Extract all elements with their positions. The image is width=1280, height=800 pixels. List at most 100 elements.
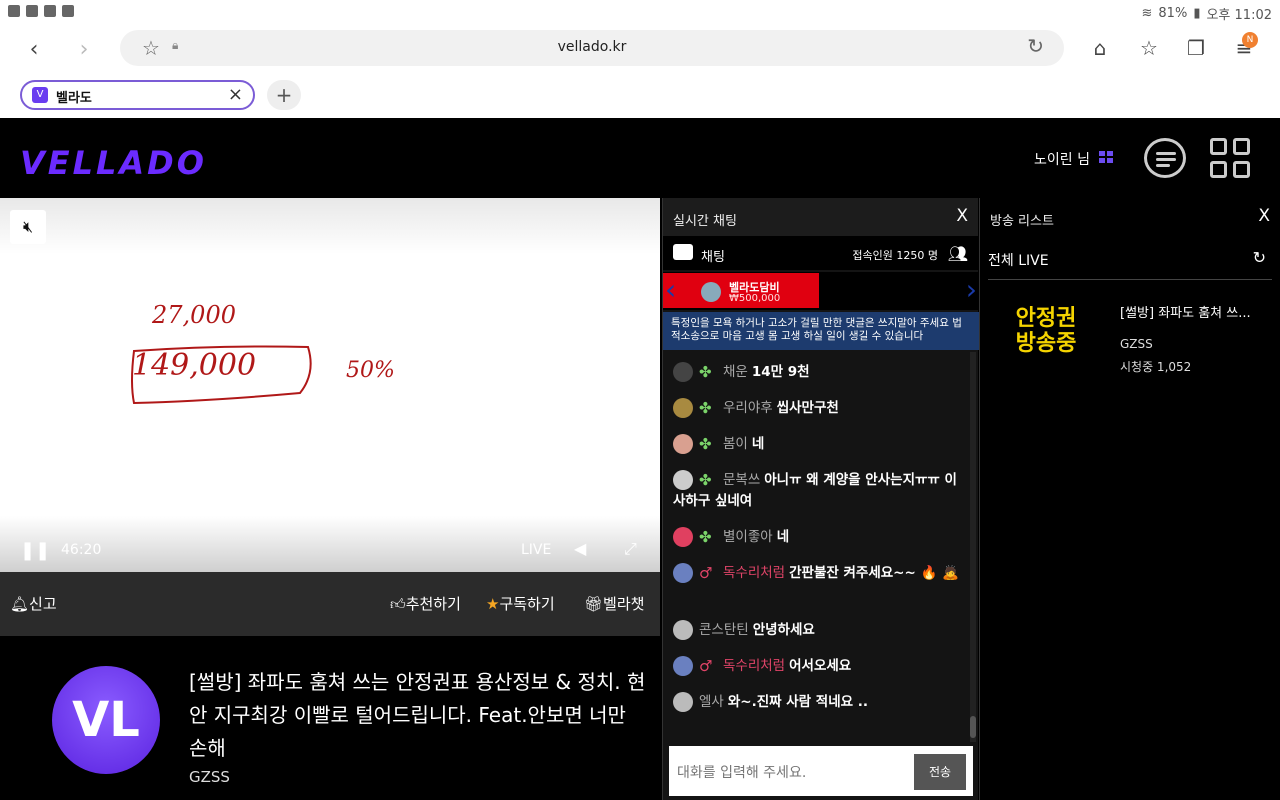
battery-icon: ▮ bbox=[1193, 6, 1201, 21]
channel-avatar[interactable]: VL bbox=[52, 666, 160, 774]
chat-nick[interactable]: 문복쓰 bbox=[723, 472, 760, 488]
user-avatar[interactable] bbox=[673, 398, 693, 418]
vellachat-button[interactable]: 🎁︎벨라챗 bbox=[584, 593, 644, 614]
site-header: VELLADO 노이린 님 bbox=[0, 118, 1280, 198]
mute-icon[interactable]: 🔇︎ bbox=[10, 210, 46, 244]
battery-percent: 81% bbox=[1158, 6, 1188, 21]
chat-text: 14만 9천 bbox=[751, 364, 810, 380]
chat-nick[interactable]: 봄이 bbox=[723, 436, 748, 452]
user-avatar[interactable] bbox=[673, 620, 693, 640]
chat-scrollbar[interactable] bbox=[970, 352, 976, 742]
chat-message: ♂ 독수리처럼 간판불잔 켜주세요~~ 🔥 🙇 bbox=[673, 563, 963, 584]
user-avatar[interactable] bbox=[673, 470, 693, 490]
user-avatar[interactable] bbox=[673, 434, 693, 454]
clover-badge-icon: ✤ bbox=[699, 528, 712, 546]
apps-grid-icon[interactable] bbox=[1210, 138, 1250, 178]
bike-badge-icon: ♂ bbox=[699, 564, 713, 582]
chat-toggle-icon[interactable] bbox=[1144, 138, 1186, 178]
broadcast-list-title: 방송 리스트 bbox=[990, 214, 1054, 229]
reload-icon[interactable]: ↻ bbox=[1027, 34, 1044, 58]
browser-tab[interactable]: V 벨라도 × bbox=[20, 80, 255, 110]
notification-badge: N bbox=[1242, 32, 1258, 48]
recommend-label: 추천하기 bbox=[405, 595, 461, 613]
chat-text: 네 bbox=[751, 436, 765, 452]
clover-badge-icon: ✤ bbox=[699, 435, 712, 453]
action-bar: 🔔︎신고 👍︎추천하기 ★구독하기 🎁︎벨라챗 bbox=[0, 572, 660, 636]
favicon-icon: V bbox=[32, 87, 48, 103]
home-icon[interactable]: ⌂ bbox=[1088, 36, 1112, 60]
chat-nick[interactable]: 별이좋아 bbox=[723, 529, 773, 545]
favorites-icon[interactable]: ☆ bbox=[1137, 36, 1161, 60]
thumbs-up-icon: 👍︎ bbox=[390, 595, 406, 613]
chat-nick[interactable]: 콘스탄틴 bbox=[699, 622, 749, 638]
user-avatar[interactable] bbox=[673, 362, 693, 382]
next-arrow-icon[interactable]: › bbox=[966, 274, 977, 306]
report-button[interactable]: 🔔︎신고 bbox=[10, 593, 57, 614]
url-text[interactable]: vellado.kr bbox=[120, 39, 1064, 55]
chat-nick[interactable]: 엘사 bbox=[699, 694, 724, 710]
user-avatar[interactable] bbox=[673, 692, 693, 712]
volume-icon[interactable]: ◀ bbox=[574, 539, 586, 558]
chat-text: 와~.진짜 사람 적네요 .. bbox=[727, 694, 869, 710]
close-tab-icon[interactable]: × bbox=[228, 84, 243, 105]
clover-badge-icon: ✤ bbox=[699, 471, 712, 489]
new-tab-button[interactable]: + bbox=[267, 80, 301, 110]
broadcast-list-close-button[interactable]: X bbox=[1258, 206, 1270, 226]
back-icon[interactable]: ‹ bbox=[20, 36, 48, 64]
chat-nick[interactable]: 우리야후 bbox=[723, 400, 773, 416]
address-bar[interactable]: ☆ 🔒︎ vellado.kr ↻ bbox=[120, 30, 1064, 66]
tab-title: 벨라도 bbox=[56, 91, 92, 106]
refresh-icon[interactable]: ↻ bbox=[1253, 248, 1266, 267]
channel-name[interactable]: GZSS bbox=[189, 768, 230, 786]
chat-close-button[interactable]: X bbox=[956, 206, 968, 226]
chat-nick[interactable]: 독수리처럼 bbox=[723, 658, 785, 674]
broadcast-title[interactable]: [썰방] 좌파도 훔쳐 쓰... bbox=[1120, 302, 1260, 321]
chat-bubble-icon bbox=[673, 244, 693, 260]
video-player[interactable]: 🔇︎ 27,000 149,000 50% ❚❚ 46:20 LIVE ◀ ⤢ bbox=[0, 198, 660, 572]
prev-arrow-icon[interactable]: ‹ bbox=[665, 274, 676, 306]
broadcast-list-header: 방송 리스트 X bbox=[980, 198, 1280, 236]
subscribe-label: 구독하기 bbox=[499, 595, 555, 613]
pause-icon[interactable]: ❚❚ bbox=[20, 540, 50, 561]
bike-badge-icon: ♂ bbox=[699, 657, 713, 675]
chat-nick[interactable]: 채운 bbox=[723, 364, 748, 380]
live-label[interactable]: LIVE bbox=[521, 542, 551, 558]
broadcast-thumbnail[interactable]: 안정권 방송중 bbox=[1006, 306, 1086, 366]
donor-avatar bbox=[701, 282, 721, 302]
forward-icon[interactable]: › bbox=[70, 36, 98, 64]
chat-message: ✤ 우리야후 씹사만구천 bbox=[673, 398, 963, 419]
chat-message: ✤ 채운 14만 9천 bbox=[673, 362, 963, 383]
chat-subheader: 채팅 접속인원 1250 명 👥︎ bbox=[663, 236, 978, 270]
broadcast-list-panel: 방송 리스트 X 전체 LIVE ↻ 안정권 방송중 [썰방] 좌파도 훔쳐 쓰… bbox=[979, 198, 1280, 800]
chat-message: ✤ 문복쓰 아니ㅠ 왜 계양을 안사는지ㅠㅠ 이사하구 싶네여 bbox=[673, 470, 963, 512]
chat-text: 간판불잔 켜주세요~~ 🔥 🙇 bbox=[789, 565, 959, 581]
filter-label[interactable]: 전체 LIVE bbox=[988, 250, 1049, 270]
user-menu-icon[interactable] bbox=[1099, 151, 1113, 163]
handwriting-line: 149,000 bbox=[132, 348, 256, 383]
chat-label: 채팅 bbox=[701, 250, 725, 265]
user-avatar[interactable] bbox=[673, 563, 693, 583]
handwriting-line: 27,000 bbox=[151, 301, 236, 329]
send-button[interactable]: 전송 bbox=[914, 754, 966, 790]
user-avatar[interactable] bbox=[673, 656, 693, 676]
stream-info: VL [썰방] 좌파도 훔쳐 쓰는 안정권표 용산정보 & 정치. 현안 지구최… bbox=[0, 636, 660, 800]
chat-input[interactable] bbox=[669, 746, 909, 796]
recommend-button[interactable]: 👍︎추천하기 bbox=[390, 593, 461, 614]
people-icon[interactable]: 👥︎ bbox=[948, 244, 968, 263]
donor-amount: ₩500,000 bbox=[729, 293, 781, 304]
broadcast-channel: GZSS bbox=[1120, 337, 1153, 351]
chat-text: 안녕하세요 bbox=[752, 622, 815, 638]
donor-card[interactable]: 벨라도담비 ₩500,000 bbox=[663, 273, 819, 308]
subscribe-button[interactable]: ★구독하기 bbox=[486, 593, 555, 614]
broadcast-viewers: 시청중 1,052 bbox=[1120, 360, 1192, 374]
user-name[interactable]: 노이린 님 bbox=[1034, 149, 1090, 169]
fullscreen-icon[interactable]: ⤢ bbox=[624, 539, 637, 559]
site-logo[interactable]: VELLADO bbox=[20, 144, 207, 182]
status-notification-icons bbox=[8, 5, 74, 17]
chat-nick[interactable]: 독수리처럼 bbox=[723, 565, 785, 581]
chat-header-title: 실시간 채팅 bbox=[673, 214, 737, 229]
chat-text: 어서오세요 bbox=[789, 658, 852, 674]
tabs-icon[interactable]: ❐ bbox=[1184, 36, 1208, 60]
whiteboard-handwriting: 27,000 149,000 50% bbox=[131, 301, 395, 405]
user-avatar[interactable] bbox=[673, 527, 693, 547]
